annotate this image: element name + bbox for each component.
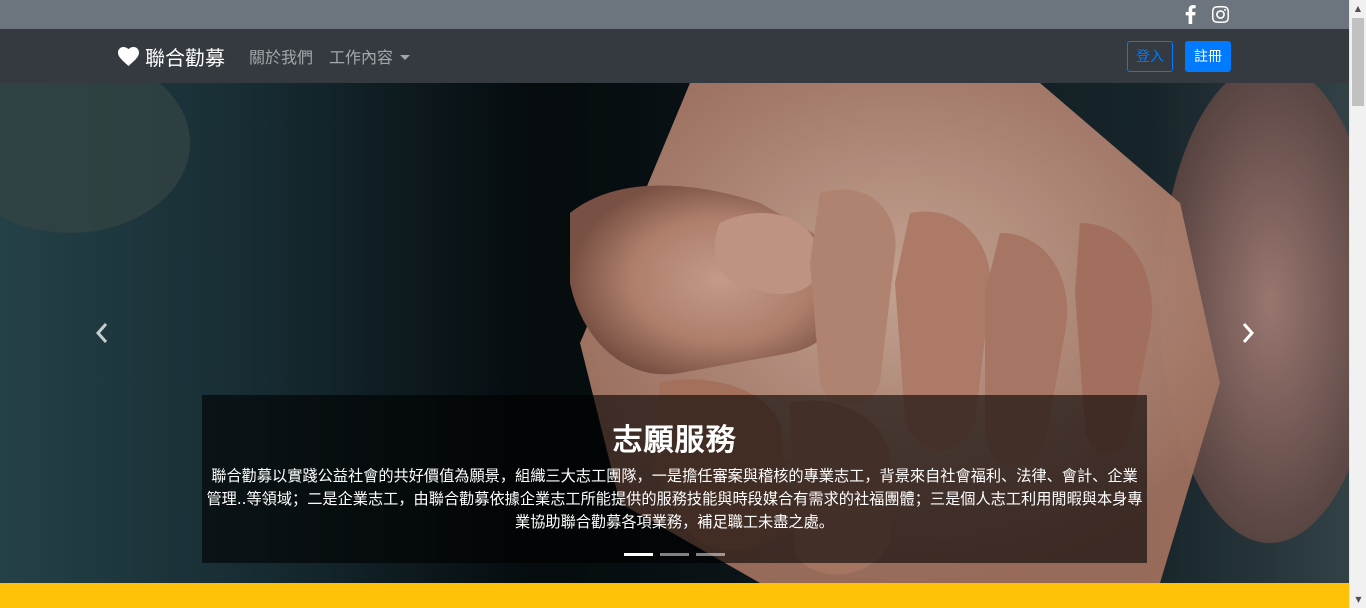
facebook-icon[interactable] [1179,4,1201,26]
auth-buttons: 登入 註冊 [1127,40,1231,72]
brand-link[interactable]: 聯合勸募 [118,42,225,71]
heart-icon [118,46,139,66]
chevron-right-icon [1242,323,1255,343]
page-scrollbar[interactable]: ▲ ▼ [1349,0,1366,608]
caption-text: 聯合勸募以實踐公益社會的共好價值為願景，組織三大志工團隊，一是擔任審案與稽核的專… [206,467,1143,531]
scroll-thumb[interactable] [1352,18,1364,106]
instagram-icon[interactable] [1209,4,1231,26]
login-button[interactable]: 登入 [1127,40,1173,72]
nav-about-label: 關於我們 [249,48,314,67]
page: 聯合勸募 關於我們 工作內容 登入 註冊 志願服務 聯合勸募以實踐公益社會的共好… [0,0,1349,608]
carousel-next-button[interactable] [1228,313,1268,353]
nav-about[interactable]: 關於我們 [249,44,313,68]
carousel-caption: 志願服務 聯合勸募以實踐公益社會的共好價值為願景，組織三大志工團隊，一是擔任審案… [202,395,1147,563]
chevron-left-icon [95,323,108,343]
brand-name: 聯合勸募 [145,45,225,70]
scroll-down-icon[interactable]: ▼ [1350,591,1366,608]
register-button[interactable]: 註冊 [1185,40,1231,72]
carousel-indicator-3[interactable] [696,553,725,556]
caption-title: 志願服務 [612,423,737,458]
carousel-prev-button[interactable] [82,313,122,353]
caret-down-icon [400,54,411,60]
carousel-indicators [0,553,1349,556]
nav-work-label: 工作內容 [329,48,394,67]
nav-work-dropdown[interactable]: 工作內容 [329,44,411,68]
carousel-indicator-2[interactable] [660,553,689,556]
scroll-up-icon[interactable]: ▲ [1350,0,1366,17]
carousel-indicator-1[interactable] [624,553,653,556]
social-bar [0,0,1349,29]
yellow-section-band [0,583,1349,608]
hero-carousel: 志願服務 聯合勸募以實踐公益社會的共好價值為願景，組織三大志工團隊，一是擔任審案… [0,83,1349,583]
main-navbar: 聯合勸募 關於我們 工作內容 登入 註冊 [0,29,1349,83]
